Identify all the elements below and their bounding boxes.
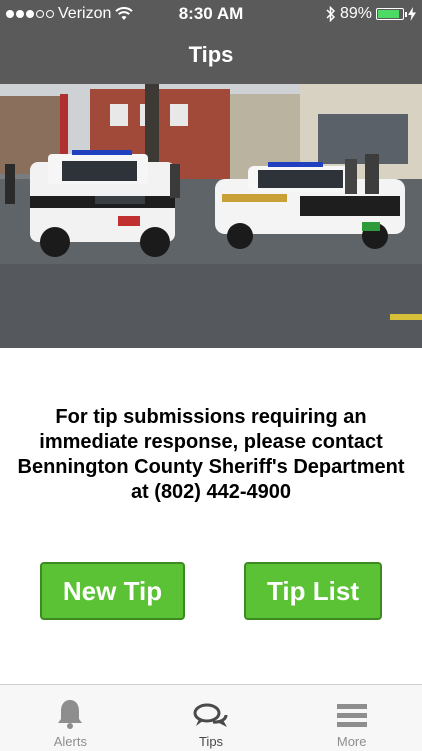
tab-label: Alerts <box>53 734 87 749</box>
page-title: Tips <box>188 42 234 67</box>
bluetooth-icon <box>326 6 336 22</box>
chat-bubbles-icon <box>193 703 228 727</box>
tab-tips[interactable]: Tips <box>141 685 282 751</box>
tip-list-button[interactable]: Tip List <box>244 562 382 620</box>
tab-more[interactable]: More <box>281 685 422 751</box>
tab-label: More <box>336 734 367 749</box>
status-right: 89% <box>326 5 416 23</box>
sheriff-vehicles-photo <box>0 84 422 348</box>
tab-bar: Alerts Tips More <box>0 684 422 751</box>
tab-alerts[interactable]: Alerts <box>0 685 141 751</box>
battery-icon <box>376 8 407 20</box>
charging-bolt-icon <box>408 7 416 21</box>
battery-level <box>378 10 400 18</box>
tip-instructions: For tip submissions requiring an immedia… <box>17 406 405 503</box>
bell-icon <box>58 700 83 729</box>
status-bar: Verizon 8:30 AM 89% <box>0 0 422 28</box>
navigation-bar: Tips <box>0 28 422 84</box>
new-tip-button[interactable]: New Tip <box>40 562 185 620</box>
tab-label: Tips <box>198 734 224 749</box>
battery-percent: 89% <box>339 5 372 22</box>
menu-icon <box>336 704 367 727</box>
hero-photo <box>0 84 422 348</box>
